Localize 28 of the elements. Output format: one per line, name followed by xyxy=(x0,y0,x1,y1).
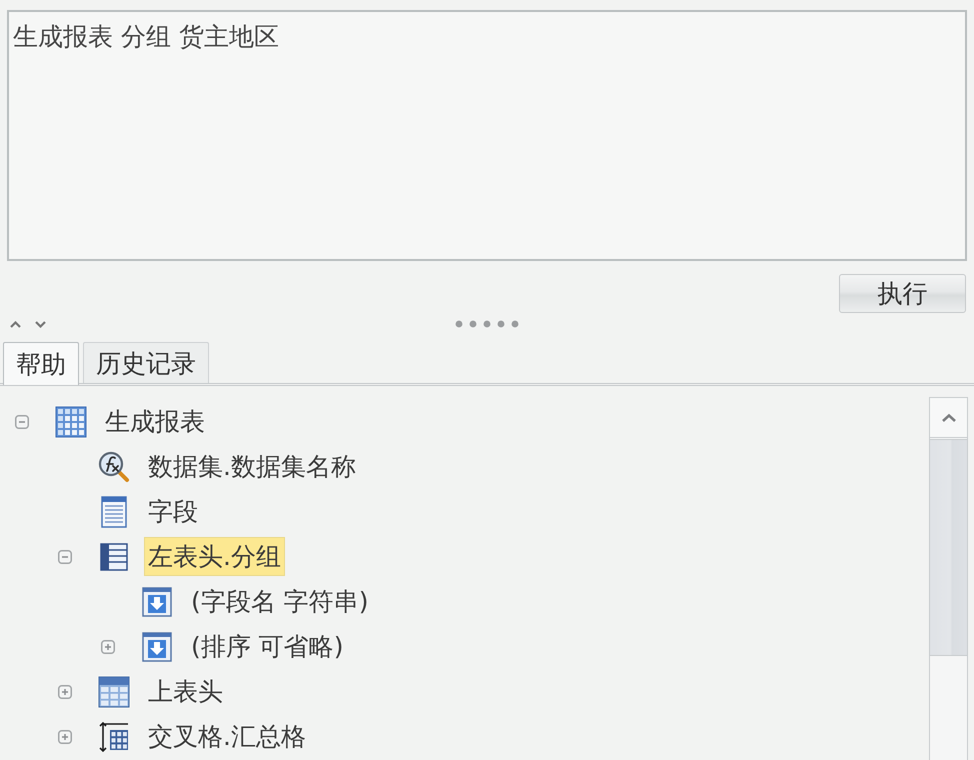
expand-icon[interactable] xyxy=(58,684,72,698)
collapse-icon[interactable] xyxy=(58,550,72,564)
tree-item[interactable]: 字段 xyxy=(144,492,202,531)
execute-button[interactable]: 执行 xyxy=(839,274,966,313)
caret-down-icon[interactable] xyxy=(35,320,46,328)
splitter-grip-icon[interactable] xyxy=(455,320,519,328)
collapse-icon[interactable] xyxy=(15,414,29,428)
query-input-field[interactable]: 生成报表 分组 货主地区 xyxy=(7,10,967,261)
table-rows-icon xyxy=(98,540,130,572)
grid-icon xyxy=(55,406,87,438)
expand-icon[interactable] xyxy=(58,730,72,744)
tree-item[interactable]: (字段名 字符串) xyxy=(187,582,372,621)
magnifier-icon xyxy=(98,450,130,482)
table-header-icon xyxy=(98,676,130,708)
tree-item[interactable]: 上表头 xyxy=(144,672,227,711)
tree-item[interactable]: 生成报表 xyxy=(101,402,209,441)
caret-up-icon xyxy=(940,412,956,422)
scrollbar-track[interactable] xyxy=(929,397,968,760)
tree-item[interactable]: 数据集.数据集名称 xyxy=(144,447,360,486)
expand-icon[interactable] xyxy=(101,640,115,654)
tab[interactable]: 历史记录 xyxy=(83,342,209,383)
table-icon xyxy=(98,720,130,752)
tree-item[interactable]: 交叉格.汇总格 xyxy=(144,717,310,756)
caret-up-icon[interactable] xyxy=(10,320,21,328)
tab[interactable]: 帮助 xyxy=(3,342,79,385)
tree-item[interactable]: (排序 可省略) xyxy=(187,627,348,666)
tree-item[interactable]: 左表头.分组 xyxy=(144,537,285,576)
scrollbar-thumb[interactable] xyxy=(930,439,967,656)
